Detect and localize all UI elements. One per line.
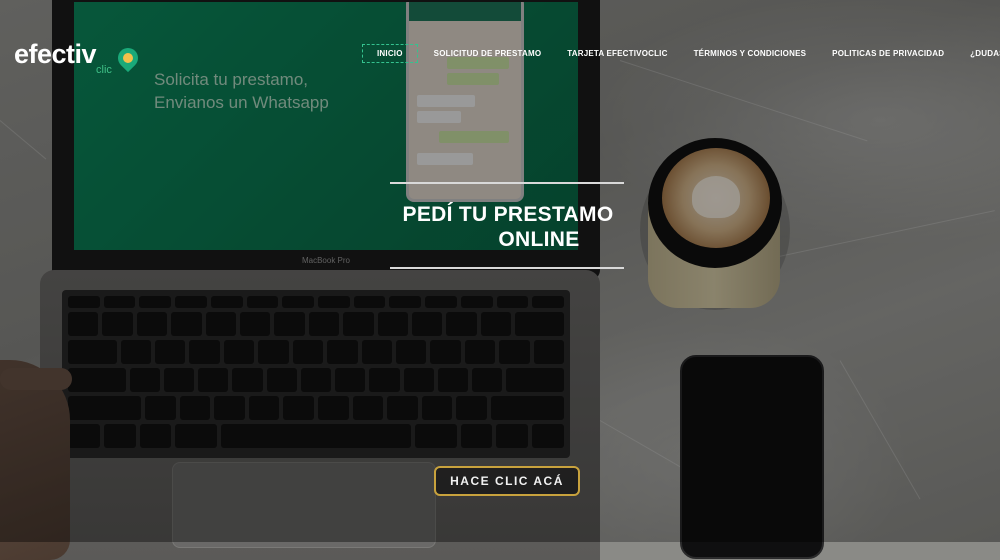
cta-button[interactable]: HACE CLIC ACÁ [434,466,580,496]
nav-item-dudas[interactable]: ¿DUDAS? [970,49,1000,58]
dark-overlay [0,0,1000,542]
hero-bottom-divider [390,267,624,269]
logo-text: efectiv [14,39,97,69]
hero-title: PEDÍ TU PRESTAMO ONLINE [380,202,636,252]
nav-item-privacidad[interactable]: POLITICAS DE PRIVACIDAD [832,49,944,58]
hero-title-line2: ONLINE [498,228,580,251]
hero-top-divider [390,182,624,184]
main-nav: INICIO SOLICITUD DE PRESTAMO TARJETA EFE… [362,44,1000,63]
hero-title-line1: PEDÍ TU PRESTAMO [402,203,614,226]
brand-logo[interactable]: efectiv clic [14,39,143,76]
nav-item-inicio[interactable]: INICIO [362,44,418,63]
logo-subtext: clic [96,64,112,76]
nav-item-solicitud[interactable]: SOLICITUD DE PRESTAMO [434,49,542,58]
nav-item-terminos[interactable]: TÉRMINOS Y CONDICIONES [694,49,807,58]
nav-item-tarjeta[interactable]: TARJETA EFECTIVOCLIC [567,49,667,58]
